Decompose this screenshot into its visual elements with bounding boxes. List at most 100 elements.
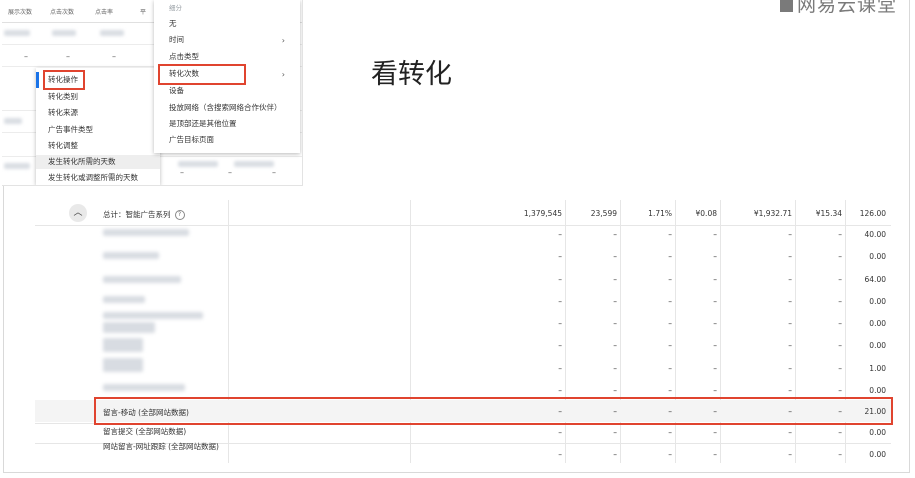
table-cell: – bbox=[613, 252, 617, 261]
blurred-label bbox=[103, 312, 203, 319]
blurred-value bbox=[4, 30, 30, 36]
segment-menu-screenshot: 展示次数 点击次数 点击率 平 – – – – – – 转化操作 转化类别 转化… bbox=[2, 0, 303, 186]
blurred-label bbox=[103, 322, 155, 333]
total-value: 23,599 bbox=[590, 209, 617, 218]
empty-value: – bbox=[66, 52, 70, 61]
table-cell: 0.00 bbox=[869, 297, 886, 306]
table-cell: 1.00 bbox=[869, 364, 886, 373]
blurred-value bbox=[234, 161, 274, 167]
table-cell: – bbox=[713, 428, 717, 437]
blurred-value bbox=[178, 161, 218, 167]
menu-item-top-vs-other[interactable]: 是顶部还是其他位置 bbox=[169, 117, 237, 131]
menu-item-conversion-adjustment[interactable]: 转化调整 bbox=[48, 139, 78, 153]
chevron-right-icon: › bbox=[281, 36, 285, 45]
table-cell: – bbox=[713, 386, 717, 395]
row-label: 网站留言-网址跟踪 (全部网站数据) bbox=[103, 442, 219, 451]
brand-text: 网易云课堂 bbox=[796, 0, 897, 16]
menu-item-network[interactable]: 投放网络（含搜索网络合作伙伴） bbox=[169, 101, 282, 115]
blurred-value bbox=[4, 163, 30, 169]
highlight-box bbox=[43, 70, 85, 90]
table-cell: – bbox=[713, 275, 717, 284]
row-highlight-box bbox=[94, 397, 893, 425]
menu-item-conversion-category[interactable]: 转化类别 bbox=[48, 90, 78, 104]
table-cell: – bbox=[713, 341, 717, 350]
table-cell: – bbox=[558, 319, 562, 328]
blurred-value bbox=[4, 118, 22, 124]
column-header[interactable]: 展示次数 bbox=[8, 7, 32, 16]
table-cell: – bbox=[613, 386, 617, 395]
table-cell: – bbox=[713, 319, 717, 328]
table-cell: – bbox=[558, 252, 562, 261]
total-row-label: 总计：智能广告系列? bbox=[103, 209, 185, 220]
menu-heading: 细分 bbox=[169, 4, 182, 12]
blurred-label bbox=[103, 252, 159, 259]
table-cell: – bbox=[558, 364, 562, 373]
table-cell: – bbox=[558, 450, 562, 459]
table-cell: – bbox=[713, 252, 717, 261]
table-cell: – bbox=[713, 297, 717, 306]
collapse-button[interactable]: ︿ bbox=[69, 204, 87, 222]
column-header[interactable]: 点击率 bbox=[95, 7, 113, 16]
menu-item-none[interactable]: 无 bbox=[169, 17, 177, 31]
brand-logo: 网易云课堂 bbox=[779, 0, 897, 17]
table-cell: 0.00 bbox=[869, 252, 886, 261]
column-header[interactable]: 点击次数 bbox=[50, 7, 74, 16]
table-cell: 0.00 bbox=[869, 386, 886, 395]
table-cell: 0.00 bbox=[869, 428, 886, 437]
table-cell: 0.00 bbox=[869, 450, 886, 459]
menu-item-days-to-conversion[interactable]: 发生转化所需的天数 bbox=[48, 155, 116, 169]
blurred-value bbox=[52, 30, 76, 36]
row-label: 留言提交 (全部网站数据) bbox=[103, 427, 187, 436]
menu-item-final-url[interactable]: 广告目标页面 bbox=[169, 133, 214, 147]
menu-item-click-type[interactable]: 点击类型 bbox=[169, 50, 199, 64]
menu-item-device[interactable]: 设备 bbox=[169, 84, 184, 98]
logo-square-icon bbox=[779, 0, 793, 12]
table-cell: – bbox=[558, 386, 562, 395]
help-icon[interactable]: ? bbox=[174, 210, 185, 220]
blurred-value bbox=[100, 30, 124, 36]
table-cell: – bbox=[613, 297, 617, 306]
table-cell: – bbox=[713, 230, 717, 239]
empty-value: – bbox=[112, 52, 116, 61]
menu-item-ad-event-type[interactable]: 广告事件类型 bbox=[48, 123, 93, 137]
empty-value: – bbox=[272, 168, 276, 177]
table-cell: 0.00 bbox=[869, 341, 886, 350]
conversions-table: ︿ 总计：智能广告系列? 留言-移动 (全部网站数据) 留言提交 (全部网站数据… bbox=[35, 200, 893, 463]
total-row-text: 总计：智能广告系列 bbox=[103, 210, 171, 219]
table-cell: – bbox=[713, 364, 717, 373]
empty-value: – bbox=[24, 52, 28, 61]
blurred-label bbox=[103, 338, 143, 352]
total-value: ¥0.08 bbox=[695, 209, 717, 218]
table-cell: – bbox=[613, 230, 617, 239]
table-cell: – bbox=[613, 275, 617, 284]
table-cell: – bbox=[713, 450, 717, 459]
table-cell: – bbox=[558, 275, 562, 284]
blurred-label bbox=[103, 358, 143, 372]
blurred-label bbox=[103, 296, 145, 303]
table-cell: – bbox=[558, 428, 562, 437]
chevron-up-icon: ︿ bbox=[73, 208, 83, 218]
highlight-box bbox=[158, 64, 246, 85]
menu-item-time[interactable]: 时间 bbox=[169, 33, 184, 47]
table-cell: – bbox=[613, 319, 617, 328]
table-cell: 64.00 bbox=[864, 275, 886, 284]
table-cell: – bbox=[558, 230, 562, 239]
menu-item-days-to-conversion-or-adjustment[interactable]: 发生转化或调整所需的天数 bbox=[48, 171, 138, 185]
empty-value: – bbox=[228, 168, 232, 177]
blurred-label bbox=[103, 276, 181, 283]
table-cell: – bbox=[558, 297, 562, 306]
column-header[interactable]: 平 bbox=[140, 7, 146, 16]
slide-title: 看转化 bbox=[371, 59, 452, 90]
table-cell: – bbox=[613, 364, 617, 373]
empty-value: – bbox=[180, 168, 184, 177]
table-cell: – bbox=[558, 341, 562, 350]
table-cell: 40.00 bbox=[864, 230, 886, 239]
total-value: 126.00 bbox=[859, 209, 886, 218]
selected-indicator bbox=[36, 72, 39, 88]
table-cell: – bbox=[613, 428, 617, 437]
table-cell: 0.00 bbox=[869, 319, 886, 328]
menu-item-conversion-source[interactable]: 转化来源 bbox=[48, 106, 78, 120]
table-cell: – bbox=[613, 450, 617, 459]
table-cell: – bbox=[613, 341, 617, 350]
blurred-label bbox=[103, 229, 189, 236]
